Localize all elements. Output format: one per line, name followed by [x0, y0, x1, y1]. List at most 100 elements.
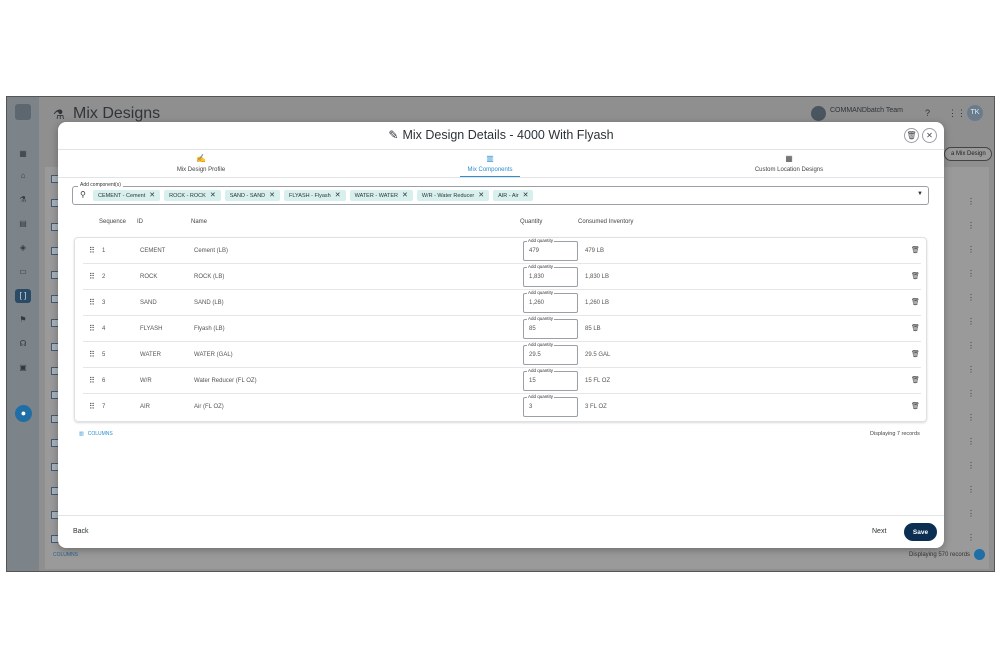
trash-icon[interactable]: 🗑: [911, 350, 920, 358]
row-menu-icon[interactable]: ⋮: [967, 293, 975, 302]
header-quantity[interactable]: Quantity: [520, 219, 542, 225]
dashboard-icon[interactable]: ▦: [18, 149, 28, 159]
user-avatar[interactable]: TK: [967, 105, 983, 121]
chip-sand[interactable]: SAND - SAND ✕: [224, 190, 281, 201]
table-row: ⠿ 7 AIR Air (FL OZ) Add quantity 3 3 FL O…: [83, 394, 921, 420]
flask-icon[interactable]: ⚗: [18, 195, 28, 205]
row-menu-icon[interactable]: ⋮: [967, 269, 975, 278]
table-row: ⠿ 1 CEMENT Cement (LB) Add quantity 479 4…: [83, 238, 921, 264]
chip-water-reducer[interactable]: W/R - Water Reducer ✕: [416, 190, 490, 201]
quantity-input[interactable]: Add quantity 1,830: [523, 264, 578, 287]
flag-icon[interactable]: ⚑: [18, 315, 28, 325]
drag-handle-icon[interactable]: ⠿: [89, 402, 95, 411]
chip-remove-icon[interactable]: ✕: [335, 192, 341, 199]
background-record-count: Displaying 570 records: [909, 552, 971, 558]
tab-mix-components[interactable]: ▥ Mix Components: [390, 151, 590, 178]
row-menu-icon[interactable]: ⋮: [967, 245, 975, 254]
tab-custom-location-designs[interactable]: ▦ Custom Location Designs: [689, 151, 889, 178]
dialog-title: ✎ Mix Design Details - 4000 With Flyash: [388, 128, 614, 142]
home-icon[interactable]: ⌂: [18, 171, 28, 181]
trash-icon[interactable]: 🗑: [911, 376, 920, 384]
chip-air[interactable]: AIR - Air ✕: [493, 190, 534, 201]
headset-icon[interactable]: ☊: [18, 339, 28, 349]
header-id[interactable]: ID: [137, 219, 143, 225]
row-menu-icon[interactable]: ⋮: [967, 365, 975, 374]
quantity-input[interactable]: Add quantity 479: [523, 238, 578, 261]
back-button[interactable]: Back: [73, 528, 89, 535]
trash-icon[interactable]: 🗑: [911, 272, 920, 280]
row-menu-icon[interactable]: ⋮: [967, 485, 975, 494]
drag-handle-icon[interactable]: ⠿: [89, 376, 95, 385]
mix-designs-icon[interactable]: [ ]: [15, 289, 31, 303]
pencil-icon: ✎: [388, 128, 399, 142]
row-menu-icon[interactable]: ⋮: [967, 221, 975, 230]
drag-handle-icon[interactable]: ⠿: [89, 272, 95, 281]
components-select[interactable]: Add component(s) ⚲ CEMENT - Cement ✕ ROCK…: [72, 182, 929, 205]
team-selector[interactable]: COMMANDbatch Team: [830, 107, 903, 114]
columns-button[interactable]: ▥ COLUMNS: [79, 431, 113, 437]
delete-design-button[interactable]: 🗑: [904, 128, 919, 143]
chip-remove-icon[interactable]: ✕: [478, 192, 484, 199]
trash-icon[interactable]: 🗑: [911, 324, 920, 332]
row-menu-icon[interactable]: ⋮: [967, 341, 975, 350]
trash-icon[interactable]: 🗑: [911, 246, 920, 254]
header-consumed-inventory[interactable]: Consumed Inventory: [578, 219, 633, 225]
dropdown-caret-icon[interactable]: ▼: [917, 191, 923, 197]
chip-cement[interactable]: CEMENT - Cement ✕: [93, 190, 161, 201]
next-button[interactable]: Next: [872, 528, 886, 535]
quantity-input[interactable]: Add quantity 29.5: [523, 342, 578, 365]
sidebar: ▦ ⌂ ⚗ ▤ ◈ ▭ [ ] ⚑ ☊ ▣ ●: [7, 97, 39, 571]
drag-handle-icon[interactable]: ⠿: [89, 298, 95, 307]
background-columns-button[interactable]: COLUMNS: [53, 552, 78, 558]
chip-remove-icon[interactable]: ✕: [149, 192, 155, 199]
drag-handle-icon[interactable]: ⠿: [89, 324, 95, 333]
grid-icon: ▥: [486, 154, 494, 163]
save-button[interactable]: Save: [904, 523, 937, 541]
lightbulb-icon[interactable]: ●: [15, 405, 32, 422]
chip-water[interactable]: WATER - WATER ✕: [349, 190, 413, 201]
row-menu-icon[interactable]: ⋮: [967, 389, 975, 398]
row-menu-icon[interactable]: ⋮: [967, 413, 975, 422]
record-count: Displaying 7 records: [870, 431, 920, 437]
shield-icon[interactable]: ◈: [18, 243, 28, 253]
row-menu-icon[interactable]: ⋮: [967, 197, 975, 206]
header-name[interactable]: Name: [191, 219, 207, 225]
chip-flyash[interactable]: FLYASH - Flyash ✕: [284, 190, 346, 201]
row-menu-icon[interactable]: ⋮: [967, 437, 975, 446]
title-flask-icon: ⚗: [53, 107, 65, 122]
chip-remove-icon[interactable]: ✕: [523, 192, 529, 199]
chip-rock[interactable]: ROCK - ROCK ✕: [164, 190, 221, 201]
team-avatar: [811, 106, 826, 121]
company-logo: [15, 104, 31, 120]
chip-remove-icon[interactable]: ✕: [269, 192, 275, 199]
chip-remove-icon[interactable]: ✕: [210, 192, 216, 199]
dialog-footer: Back Next Save: [58, 515, 944, 548]
trash-icon[interactable]: 🗑: [911, 298, 920, 306]
row-menu-icon[interactable]: ⋮: [967, 461, 975, 470]
close-button[interactable]: ✕: [922, 128, 937, 143]
tab-mix-design-profile[interactable]: ✍ Mix Design Profile: [101, 151, 301, 178]
table-row: ⠿ 3 SAND SAND (LB) Add quantity 1,260 1,2…: [83, 290, 921, 316]
quantity-input[interactable]: Add quantity 3: [523, 394, 578, 417]
component-chips: CEMENT - Cement ✕ ROCK - ROCK ✕ SAND - SAN…: [93, 190, 534, 201]
quantity-input[interactable]: Add quantity 1,260: [523, 290, 578, 313]
add-mix-design-button[interactable]: a Mix Design: [944, 147, 992, 161]
row-menu-icon[interactable]: ⋮: [967, 317, 975, 326]
drag-handle-icon[interactable]: ⠿: [89, 350, 95, 359]
card-icon[interactable]: ▭: [18, 267, 28, 277]
quantity-input[interactable]: Add quantity 15: [523, 368, 578, 391]
truck-icon[interactable]: ▣: [18, 363, 28, 373]
quantity-input[interactable]: Add quantity 85: [523, 316, 578, 339]
drag-handle-icon[interactable]: ⠿: [89, 246, 95, 255]
dialog-header: ✎ Mix Design Details - 4000 With Flyash 🗑…: [58, 122, 944, 150]
building-icon[interactable]: ▤: [18, 219, 28, 229]
row-menu-icon[interactable]: ⋮: [967, 509, 975, 518]
row-menu-icon[interactable]: ⋮: [967, 533, 975, 542]
apps-grid-icon[interactable]: ⋮⋮: [948, 108, 966, 119]
header-sequence[interactable]: Sequence: [99, 219, 126, 225]
chip-remove-icon[interactable]: ✕: [402, 192, 408, 199]
table-row: ⠿ 5 WATER WATER (GAL) Add quantity 29.5 2…: [83, 342, 921, 368]
refresh-icon[interactable]: [974, 549, 985, 560]
trash-icon[interactable]: 🗑: [911, 402, 920, 410]
help-icon[interactable]: ?: [925, 108, 930, 118]
